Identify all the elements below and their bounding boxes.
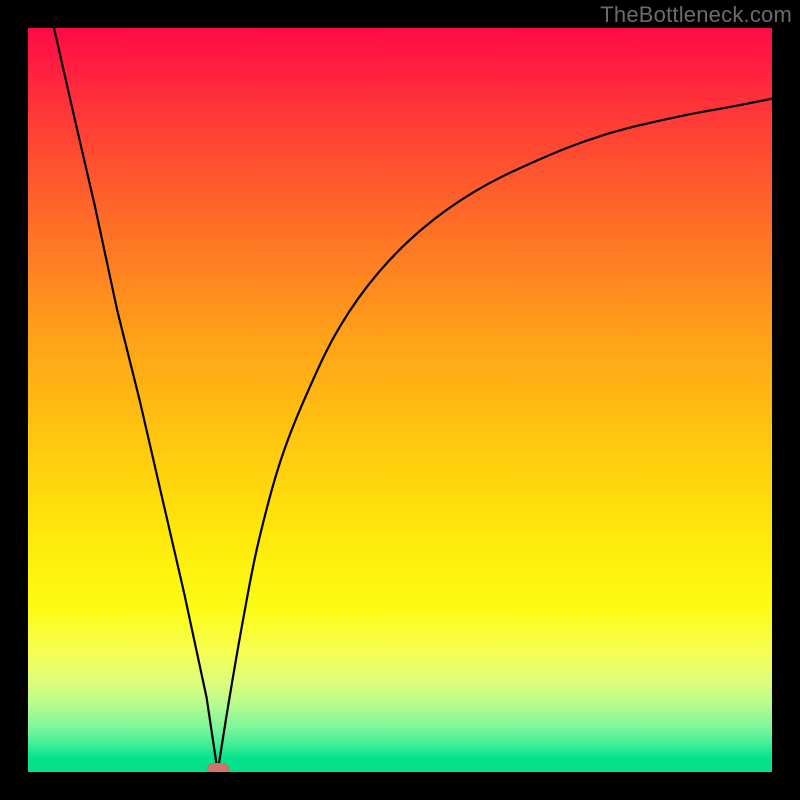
chart-frame: TheBottleneck.com [0, 0, 800, 800]
watermark-text: TheBottleneck.com [600, 2, 792, 28]
bottleneck-curve [28, 28, 772, 772]
plot-area [28, 28, 772, 772]
optimum-marker [207, 763, 229, 772]
